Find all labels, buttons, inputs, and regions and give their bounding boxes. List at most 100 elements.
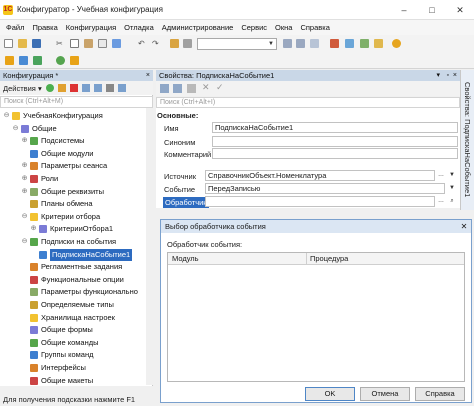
prev-result-icon[interactable] [283, 39, 292, 48]
event-field[interactable]: ПередЗаписью [205, 183, 445, 194]
handler-select-icon[interactable]: … [436, 196, 446, 206]
tree-item[interactable]: ⊖ Общие [0, 123, 152, 135]
search-icon[interactable] [170, 39, 179, 48]
minimize-button[interactable]: – [390, 0, 418, 19]
module-icon[interactable] [360, 39, 369, 48]
undo-icon[interactable]: ↶ [138, 39, 147, 48]
tree-item[interactable]: Общие макеты [0, 375, 152, 387]
redo-icon[interactable]: ↷ [152, 39, 161, 48]
paste-icon[interactable] [84, 39, 93, 48]
start-options-icon[interactable] [70, 56, 79, 65]
tree-item[interactable]: ⊖ Критерии отбора [0, 211, 152, 223]
expand-icon[interactable]: ⊕ [21, 173, 28, 185]
column-procedure[interactable]: Процедура [310, 254, 348, 264]
help-button[interactable]: Справка [415, 387, 465, 401]
source-field[interactable]: СправочникОбъект.Номенклатура [205, 170, 435, 181]
move-down-icon[interactable] [93, 84, 102, 92]
menu-windows[interactable]: Окна [271, 23, 296, 32]
help-icon[interactable] [392, 39, 401, 48]
filter-icon[interactable] [187, 84, 196, 93]
properties-side-tab[interactable]: Свойства: ПодпискаНаСобытие1 [460, 70, 474, 210]
tree-item[interactable]: ⊖ УчебнаяКонфигурация [0, 110, 152, 122]
edit-icon[interactable] [57, 84, 66, 92]
column-divider[interactable] [306, 253, 307, 265]
close-properties-icon[interactable]: × [453, 70, 457, 81]
properties-search-input[interactable]: Поиск (Ctrl+Alt+I) [156, 97, 460, 108]
tree-item[interactable]: Общие формы [0, 324, 152, 336]
sort-icon[interactable] [105, 84, 114, 92]
add-icon[interactable] [45, 84, 54, 92]
move-up-icon[interactable] [81, 84, 90, 92]
menu-file[interactable]: Файл [2, 23, 28, 32]
collapse-icon[interactable]: ⊖ [21, 211, 28, 223]
alphabetical-icon[interactable] [173, 84, 182, 93]
collapse-icon[interactable]: ⊖ [12, 123, 19, 135]
restore-icon[interactable]: ▫ [447, 70, 449, 81]
tree-item[interactable]: Хранилища настроек [0, 312, 152, 324]
tree-item[interactable]: Определяемые типы [0, 299, 152, 311]
tree-vertical-scrollbar[interactable] [146, 108, 153, 385]
start-debugging-icon[interactable] [56, 56, 65, 65]
new-document-icon[interactable] [4, 39, 13, 48]
chevron-down-icon[interactable]: ▼ [447, 183, 457, 193]
tree-item[interactable]: Интерфейсы [0, 362, 152, 374]
ok-button[interactable]: OK [305, 387, 355, 401]
menu-configuration[interactable]: Конфигурация [62, 23, 120, 32]
dialog-close-icon[interactable]: ✕ [458, 220, 470, 233]
actions-menu-button[interactable]: Действия ▾ [3, 84, 42, 93]
source-select-icon[interactable]: … [436, 170, 446, 180]
configuration-search-input[interactable]: Поиск (Ctrl+Alt+M) [0, 96, 153, 108]
open-folder-icon[interactable] [18, 39, 27, 48]
tree-item[interactable]: Группы команд [0, 349, 152, 361]
menu-service[interactable]: Сервис [237, 23, 271, 32]
tree-item[interactable]: Общие модули [0, 148, 152, 160]
tree-item[interactable]: Общие команды [0, 337, 152, 349]
menu-edit[interactable]: Правка [28, 23, 61, 32]
comment-field[interactable] [212, 148, 458, 159]
tree-item[interactable]: Планы обмена [0, 198, 152, 210]
column-module[interactable]: Модуль [172, 254, 199, 264]
find-icon[interactable] [112, 39, 121, 48]
magnifier-icon[interactable]: ⌕ [447, 196, 457, 206]
delete-icon[interactable] [69, 84, 78, 92]
db-config-icon[interactable] [19, 56, 28, 65]
update-config-icon[interactable] [5, 56, 14, 65]
replace-icon[interactable] [183, 39, 192, 48]
save-icon[interactable] [32, 39, 41, 48]
tree-item[interactable]: ⊖ Подписки на события [0, 236, 152, 248]
close-icon[interactable]: × [146, 70, 150, 81]
tree-item[interactable]: ПодпискаНаСобытие1 [0, 248, 152, 261]
tree-item[interactable]: ⊕ Подсистемы [0, 135, 152, 147]
synonym-field[interactable] [212, 136, 458, 147]
collapse-icon[interactable]: ⊖ [21, 236, 28, 248]
name-field[interactable]: ПодпискаНаСобытие1 [212, 122, 458, 133]
expand-icon[interactable]: ⊕ [21, 186, 28, 198]
expand-icon[interactable]: ⊕ [21, 135, 28, 147]
menu-administration[interactable]: Администрирование [158, 23, 238, 32]
tree-item[interactable]: ⊕ Общие реквизиты [0, 186, 152, 198]
tree-item[interactable]: Регламентные задания [0, 261, 152, 273]
expand-icon[interactable]: ⊕ [21, 160, 28, 172]
tree-item[interactable]: ⊕ КритерииОтбора1 [0, 223, 152, 235]
next-result-icon[interactable] [296, 39, 305, 48]
expand-icon[interactable]: ⊕ [30, 223, 37, 235]
configuration-tree-icon[interactable] [33, 56, 42, 65]
find-all-icon[interactable] [310, 39, 319, 48]
syntax-check-icon[interactable] [345, 39, 354, 48]
menu-debug[interactable]: Отладка [120, 23, 158, 32]
handler-field[interactable] [205, 196, 435, 207]
document-icon[interactable] [98, 39, 107, 48]
run-debug-icon[interactable] [330, 39, 339, 48]
tree-item[interactable]: Параметры функционально [0, 286, 152, 298]
pin-icon[interactable]: ▾ [436, 70, 440, 81]
search-combo[interactable] [197, 38, 277, 50]
tree-item[interactable]: ⊕ Роли [0, 173, 152, 185]
cancel-button[interactable]: Отмена [360, 387, 410, 401]
chevron-down-icon[interactable]: ▼ [447, 170, 457, 180]
tree-item[interactable]: ⊕ Параметры сеанса [0, 160, 152, 172]
close-button[interactable]: ✕ [446, 0, 474, 19]
categories-icon[interactable] [160, 84, 169, 93]
info-icon[interactable] [374, 39, 383, 48]
find-in-tree-icon[interactable] [117, 84, 126, 92]
collapse-icon[interactable]: ⊖ [3, 110, 10, 122]
